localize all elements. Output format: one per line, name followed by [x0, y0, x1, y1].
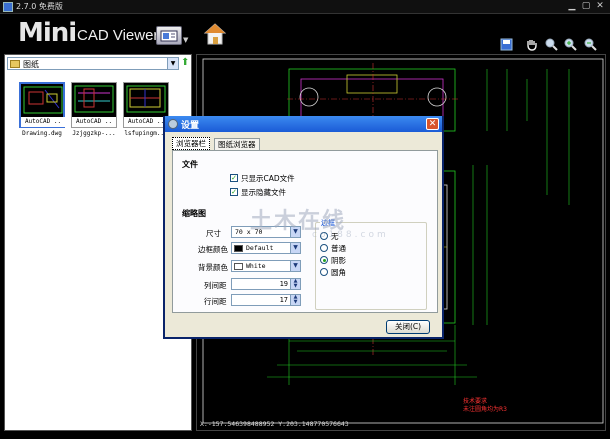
home-button[interactable]: [203, 22, 227, 46]
watermark-url: co188.com: [312, 230, 389, 240]
logo-cad-viewer: CAD Viewer: [77, 27, 159, 44]
row-spacing-label: 行间距: [204, 297, 227, 306]
folder-select[interactable]: 图纸 ▼: [7, 57, 179, 70]
show-hidden-checkbox[interactable]: ✓: [230, 188, 238, 196]
close-button[interactable]: 关闭(C): [386, 320, 430, 334]
section-thumbnail: 缩略图: [182, 209, 206, 218]
section-file: 文件: [182, 160, 198, 169]
app-icon: [3, 2, 13, 12]
gear-icon: [168, 119, 178, 129]
tab-browser-bar[interactable]: 浏览器栏: [172, 137, 210, 150]
col-spacing-label: 列间距: [204, 281, 227, 290]
radio-label: 普通: [331, 244, 346, 253]
border-color-select[interactable]: Default ▼: [231, 242, 301, 254]
color-swatch: [234, 245, 243, 252]
title-bar: 2.7.0 免费版 ▁ ▢ ✕: [0, 0, 610, 14]
dialog-close-button[interactable]: ✕: [426, 118, 439, 130]
row-spacing-stepper[interactable]: 17 ▲ ▼: [231, 294, 301, 306]
open-file-button[interactable]: [156, 26, 182, 45]
show-cad-only-checkbox[interactable]: ✓: [230, 174, 238, 182]
close-window-button[interactable]: ✕: [594, 1, 606, 12]
radio-label: 阴影: [331, 256, 346, 265]
size-label: 尺寸: [206, 229, 221, 238]
show-hidden-label: 显示隐藏文件: [241, 188, 286, 197]
maximize-button[interactable]: ▢: [580, 1, 592, 12]
border-color-label: 边框颜色: [198, 245, 228, 254]
thumbnail-caption: AutoCAD ..: [124, 117, 168, 127]
radio-border-shadow[interactable]: [320, 256, 328, 264]
radio-border-normal[interactable]: [320, 244, 328, 252]
bg-color-label: 背景颜色: [198, 263, 228, 272]
open-dropdown-icon[interactable]: ▼: [183, 36, 188, 44]
note-line-1: 技术要求: [463, 398, 488, 405]
dialog-title-bar[interactable]: 设置 ✕: [165, 116, 442, 132]
color-swatch: [234, 263, 243, 270]
bg-color-select[interactable]: White ▼: [231, 260, 301, 272]
zoom-window-icon[interactable]: [545, 38, 558, 51]
open-file-icon: [160, 30, 178, 42]
drawing-note: 技术要求 未注圆角均为R3: [463, 398, 507, 414]
file-name[interactable]: Jzjggzkp-...: [68, 130, 120, 137]
chevron-down-icon[interactable]: ▼: [167, 58, 178, 69]
zoom-in-icon[interactable]: [564, 38, 577, 51]
folder-icon: [10, 60, 20, 68]
dialog-title: 设置: [181, 121, 200, 131]
logo-mini: Mini: [18, 18, 77, 48]
show-cad-only-label: 只显示CAD文件: [241, 174, 295, 183]
window-title: 2.7.0 免费版: [16, 2, 63, 11]
save-icon[interactable]: [500, 38, 513, 51]
spin-arrows-icon[interactable]: ▲ ▼: [290, 279, 300, 289]
file-name[interactable]: Drawing.dwg: [16, 130, 68, 137]
bg-color-value: White: [246, 262, 266, 270]
thumbnail-caption: AutoCAD ..: [72, 117, 116, 127]
col-spacing-stepper[interactable]: 19 ▲ ▼: [231, 278, 301, 290]
home-icon: [203, 23, 227, 45]
minimize-button[interactable]: ▁: [566, 1, 578, 12]
radio-label: 圆角: [331, 268, 346, 277]
folder-up-icon[interactable]: ⬆: [181, 57, 191, 69]
chevron-down-icon[interactable]: ▼: [290, 261, 300, 271]
col-spacing-value: 19: [279, 280, 288, 288]
pan-hand-icon[interactable]: [525, 38, 538, 51]
border-color-value: Default: [246, 244, 274, 252]
folder-name: 图纸: [23, 60, 39, 69]
row-spacing-value: 17: [279, 296, 288, 304]
radio-border-rounded[interactable]: [320, 268, 328, 276]
cursor-coordinates: X:-157.546398488952 Y:203.148770576643: [200, 420, 349, 428]
zoom-out-icon[interactable]: [584, 38, 597, 51]
tab-drawing-browser[interactable]: 图纸浏览器: [214, 138, 260, 150]
note-line-2: 未注圆角均为R3: [463, 406, 507, 413]
thumbnail-caption: AutoCAD ..: [21, 117, 65, 127]
spin-arrows-icon[interactable]: ▲ ▼: [290, 295, 300, 305]
chevron-down-icon[interactable]: ▼: [290, 243, 300, 253]
